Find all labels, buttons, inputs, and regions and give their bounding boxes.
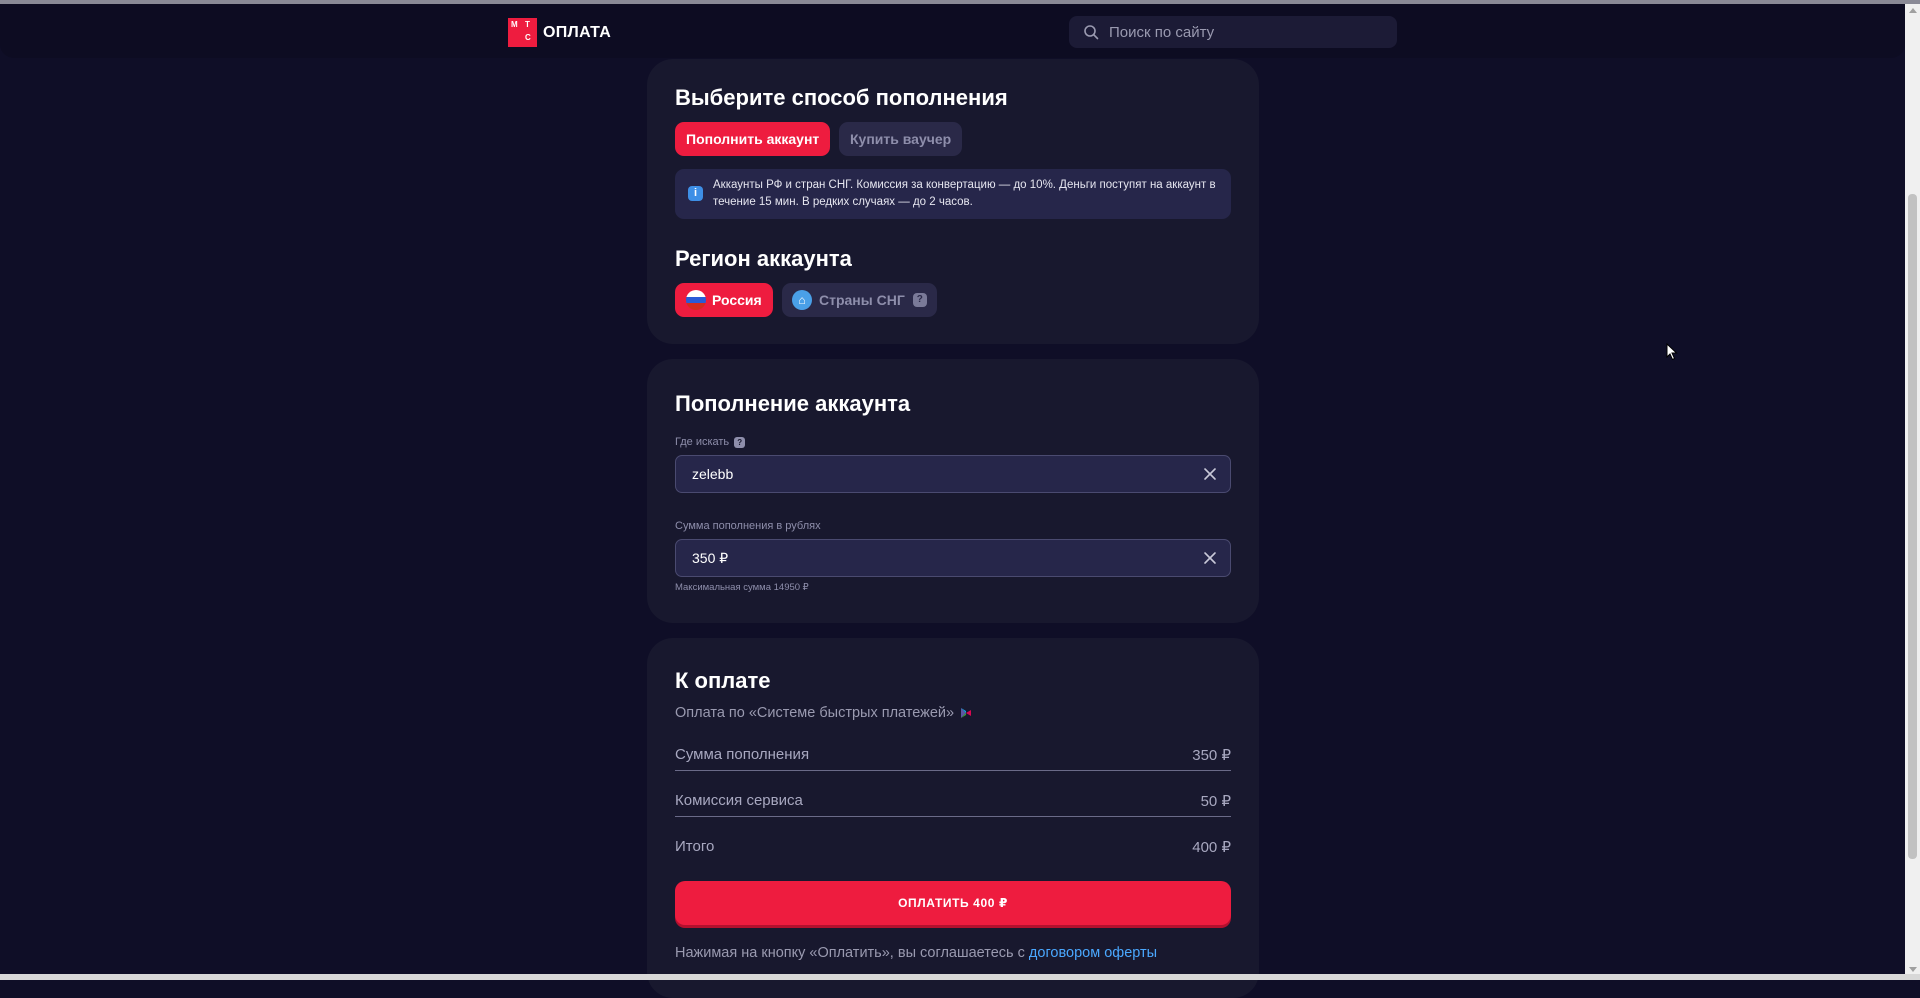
terms-text: Нажимая на кнопку «Оплатить», вы соглаша… xyxy=(675,945,1157,961)
amount-input[interactable] xyxy=(690,549,1174,567)
logo-text: ОПЛАТА xyxy=(543,23,612,41)
site-header: М Т С ОПЛАТА xyxy=(0,4,1905,58)
terms-prefix: Нажимая на кнопку «Оплатить», вы соглаша… xyxy=(675,945,1029,961)
scroll-down-arrow-icon[interactable] xyxy=(1909,967,1917,972)
scroll-up-arrow-icon[interactable] xyxy=(1909,8,1917,13)
amount-label: Сумма пополнения в рублях xyxy=(675,520,821,532)
mts-logo-icon: М Т С xyxy=(508,18,537,47)
method-card: Выберите способ пополнения Пополнить акк… xyxy=(647,59,1259,344)
payment-title: К оплате xyxy=(675,668,771,693)
globe-icon: ⌂ xyxy=(792,290,812,310)
summary-label: Итого xyxy=(675,838,715,855)
payment-subtitle-text: Оплата по «Системе быстрых платежей» xyxy=(675,705,955,721)
summary-value: 350 ₽ xyxy=(1192,747,1231,764)
site-search[interactable] xyxy=(1069,16,1397,48)
search-icon xyxy=(1084,25,1099,40)
region-title: Регион аккаунта xyxy=(675,246,852,271)
scroll-thumb[interactable] xyxy=(1908,194,1917,859)
summary-row-total: Итого 400 ₽ xyxy=(675,834,1231,862)
payment-subtitle: Оплата по «Системе быстрых платежей» xyxy=(675,705,972,721)
amount-field[interactable] xyxy=(675,539,1231,577)
offer-link[interactable]: договором оферты xyxy=(1029,945,1157,961)
summary-row: Сумма пополнения 350 ₽ xyxy=(675,742,1231,771)
clear-icon[interactable] xyxy=(1202,550,1218,566)
summary-value: 50 ₽ xyxy=(1200,793,1231,810)
logo-letter-m: М xyxy=(511,20,518,29)
info-icon: i xyxy=(688,186,703,201)
window-bottom-border xyxy=(0,974,1920,980)
mouse-cursor-icon xyxy=(1666,343,1678,361)
account-label: Где искать ? xyxy=(675,436,746,448)
russia-flag-icon xyxy=(686,290,706,310)
summary-label: Комиссия сервиса xyxy=(675,792,803,809)
summary-label: Сумма пополнения xyxy=(675,746,810,763)
help-icon[interactable]: ? xyxy=(912,293,927,307)
help-icon[interactable]: ? xyxy=(734,436,746,448)
region-russia-label: Россия xyxy=(712,292,762,308)
logo-letter-t: Т xyxy=(525,20,530,29)
tab-topup-account[interactable]: Пополнить аккаунт xyxy=(675,122,831,156)
account-label-text: Где искать xyxy=(675,436,730,448)
account-field[interactable] xyxy=(675,455,1231,493)
info-text: Аккаунты РФ и стран СНГ. Комиссия за кон… xyxy=(713,179,1216,208)
topup-title: Пополнение аккаунта xyxy=(675,391,911,416)
search-input[interactable] xyxy=(1107,22,1391,42)
tab-buy-voucher[interactable]: Купить ваучер xyxy=(839,122,963,156)
logo-letter-s: С xyxy=(525,33,531,42)
method-title: Выберите способ пополнения xyxy=(675,85,1008,110)
amount-hint: Максимальная сумма 14950 ₽ xyxy=(675,582,809,593)
pay-button[interactable]: ОПЛАТИТЬ 400 ₽ xyxy=(675,881,1231,925)
region-cis[interactable]: ⌂ Страны СНГ ? xyxy=(782,283,937,317)
summary-row: Комиссия сервиса 50 ₽ xyxy=(675,788,1231,817)
logo[interactable]: М Т С ОПЛАТА xyxy=(508,18,611,47)
region-russia[interactable]: Россия xyxy=(675,283,773,317)
info-banner: i Аккаунты РФ и стран СНГ. Комиссия за к… xyxy=(675,169,1231,219)
summary-value: 400 ₽ xyxy=(1192,839,1231,856)
account-input[interactable] xyxy=(690,465,1174,483)
topup-card: Пополнение аккаунта Где искать ? Сумма п… xyxy=(647,359,1259,623)
payment-card: К оплате Оплата по «Системе быстрых плат… xyxy=(647,638,1259,998)
clear-icon[interactable] xyxy=(1202,466,1218,482)
sbp-logo-icon xyxy=(961,708,972,718)
region-cis-label: Страны СНГ xyxy=(819,292,905,308)
vertical-scrollbar[interactable] xyxy=(1905,4,1920,976)
